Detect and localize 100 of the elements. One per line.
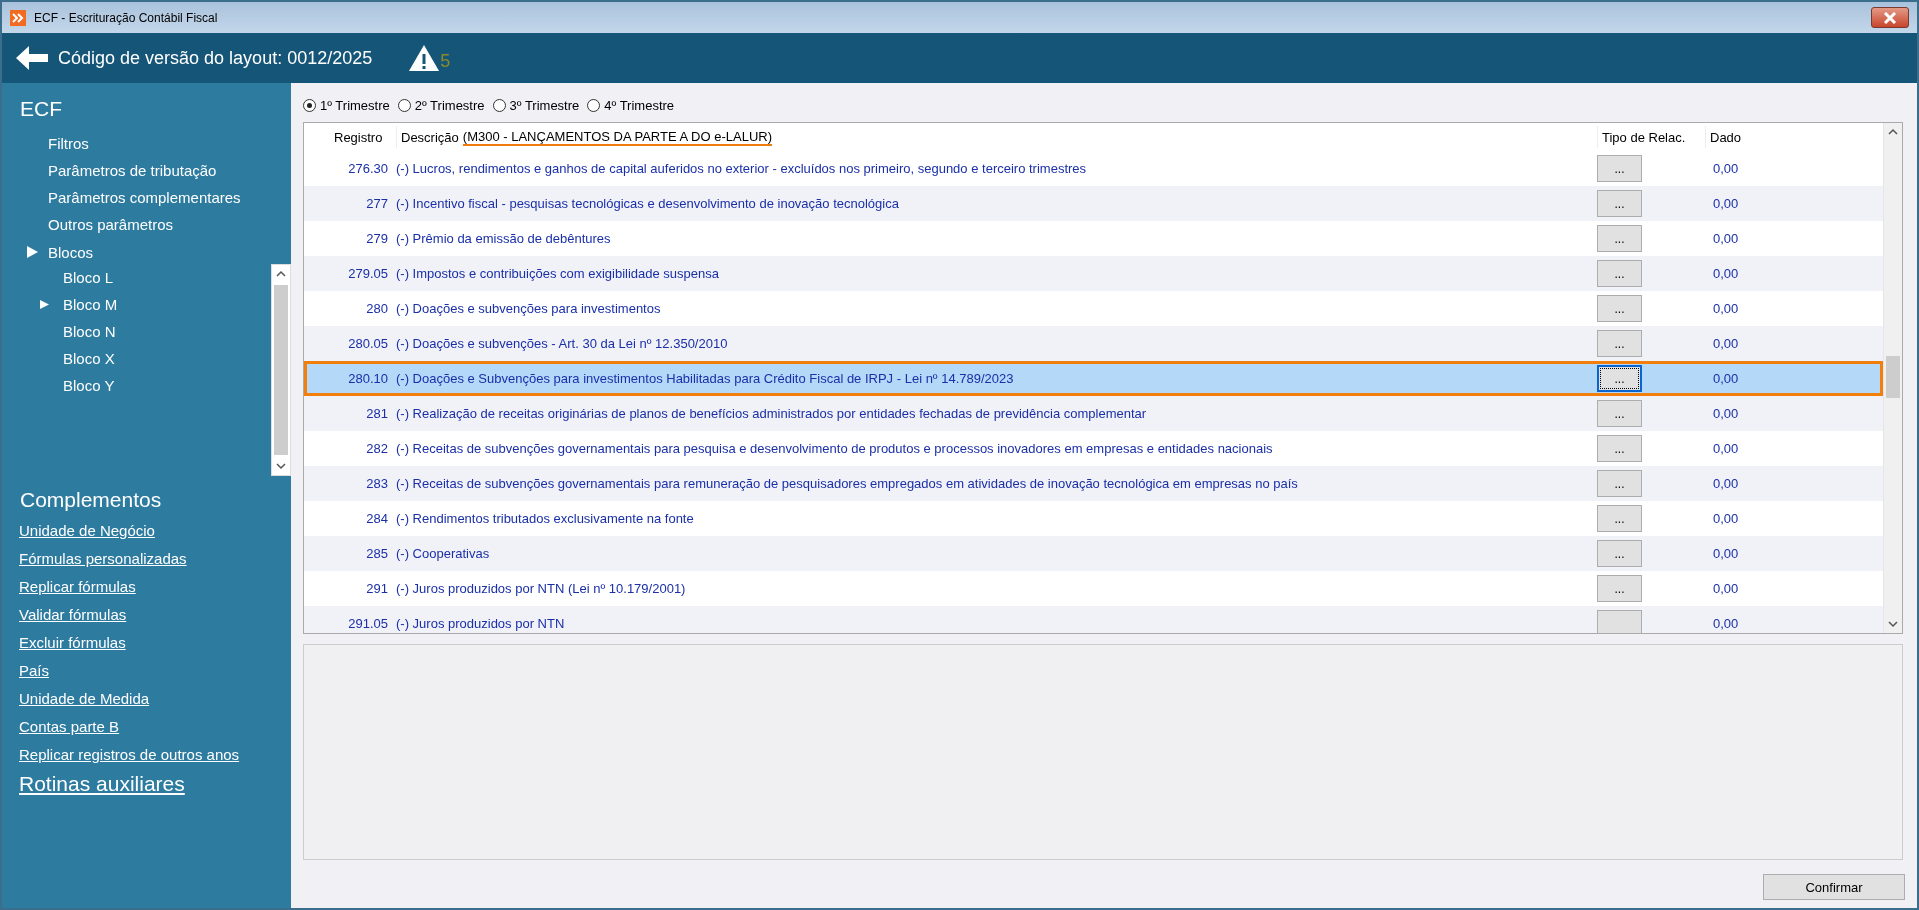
sidebar-link[interactable]: Replicar fórmulas [19,578,291,595]
sidebar-subitem[interactable]: Bloco N [63,322,116,340]
scroll-thumb[interactable] [274,285,288,455]
chevron-down-icon [276,461,286,471]
table-row[interactable]: 282 (-) Receitas de subvenções governamentais para pesquisa e desenvolvimento de produtos e processos inovadores em empresas e entidades nacionais ... 0,00 [304,431,1883,466]
sidebar-link[interactable]: Unidade de Medida [19,690,291,707]
column-header[interactable]: Registro [334,129,383,145]
table-cell-text: 285 [365,546,389,561]
sidebar-item[interactable]: Outros parâmetros [2,212,291,239]
table-cell-text: 283 [365,476,389,491]
sidebar-item[interactable]: Parâmetros complementares [2,185,291,212]
table-cell-text: 284 [365,511,389,526]
table-row[interactable]: 291.05 (-) Juros produzidos por NTN 0,00 [304,606,1883,633]
sidebar-link[interactable]: Excluir fórmulas [19,634,291,651]
radio-button[interactable]: 2º Trimestre [397,97,485,113]
table-cell-text: (-) Doações e subvenções - Art. 30 da Lei nº 12.350/2010 [396,336,729,351]
table-cell-text: (-) Impostos e contribuições com exigibilidade suspensa [396,266,720,281]
ellipsis-button[interactable]: ... [1597,190,1642,217]
sidebar-subitem[interactable]: Bloco L [63,268,114,286]
window-title: ECF - Escrituração Contábil Fiscal [34,10,219,25]
table-row[interactable]: 280.05 (-) Doações e subvenções - Art. 30 da Lei nº 12.350/2010 ... 0,00 [304,326,1883,361]
sidebar-link[interactable]: Contas parte B [19,718,291,735]
ellipsis-button[interactable]: ... [1597,470,1642,497]
sidebar-link[interactable]: Validar fórmulas [19,606,291,623]
column-header[interactable]: Descrição [401,129,459,145]
scrollbar[interactable] [271,264,291,476]
table-row[interactable]: 280 (-) Doações e subvenções para investimentos ... 0,00 [304,291,1883,326]
table-cell-text: 280 [365,301,389,316]
table-row[interactable]: 281 (-) Realização de receitas originárias de planos de benefícios administrados por entidades fechadas de previdência complementar ... 0,00 [304,396,1883,431]
table-cell-text: 0,00 [1712,161,1740,176]
ellipsis-button[interactable] [1597,610,1642,633]
table-cell-text: (-) Doações e subvenções para investimentos [396,301,662,316]
table-cell-text: 0,00 [1712,546,1740,561]
warning-count: 5 [440,51,451,72]
sidebar-link[interactable]: Replicar registros de outros anos [19,746,291,763]
warning-icon[interactable] [408,44,441,72]
table-cell-text: (-) Doações e Subvenções para investimentos Habilitadas para Crédito Fiscal de IRPJ - Lei nº 14.789/2023 [396,371,1015,386]
table-cell-text: 0,00 [1712,511,1740,526]
ellipsis-button[interactable]: ... [1597,540,1642,567]
scroll-thumb[interactable] [1886,356,1900,398]
ellipsis-button[interactable]: ... [1597,155,1642,182]
sidebar-item[interactable]: Parâmetros de tributação [2,158,291,185]
table-cell-text: (-) Rendimentos tributados exclusivamente na fonte [396,511,695,526]
close-button[interactable] [1871,7,1909,28]
radio-button[interactable]: 3º Trimestre [492,97,580,113]
table-row[interactable]: 276.30 (-) Lucros, rendimentos e ganhos de capital auferidos no exterior - excluídos nos primeiro, segundo e terceiro trimestres ... 0,00 [304,151,1883,186]
table-cell-text: 0,00 [1712,336,1740,351]
ellipsis-button[interactable]: ... [1597,435,1642,462]
layout-version-title: Código de versão do layout: 0012/2025 [58,47,373,69]
table-row[interactable]: 284 (-) Rendimentos tributados exclusivamente na fonte ... 0,00 [304,501,1883,536]
table-cell-text: (-) Prêmio da emissão de debêntures [396,231,612,246]
ellipsis-button[interactable]: ... [1597,295,1642,322]
sidebar-subitem[interactable]: Bloco X [63,349,115,367]
back-button[interactable] [14,43,50,73]
table-cell-text: 0,00 [1712,266,1740,281]
table-cell-text: (-) Receitas de subvenções governamentais para remuneração de pesquisadores empregados em atividades de inovação tecnológica em empresas no país [396,476,1299,491]
table-cell-text: (-) Juros produzidos por NTN [396,616,566,631]
ellipsis-button[interactable]: ... [1597,260,1642,287]
chevron-up-icon [276,269,286,279]
table-cell-text: (-) Receitas de subvenções governamentais para pesquisa e desenvolvimento de produtos e processos inovadores em empresas e entidades nacionais [396,441,1274,456]
table-cell-text: 282 [365,441,389,456]
table-row[interactable]: 285 (-) Cooperativas ... 0,00 [304,536,1883,571]
ellipsis-button[interactable]: ... [1597,365,1642,392]
sidebar-link[interactable]: Rotinas auxiliares [19,772,291,796]
radio-button[interactable]: 1º Trimestre [303,97,390,113]
ellipsis-button[interactable]: ... [1597,575,1642,602]
ellipsis-button[interactable]: ... [1597,505,1642,532]
sidebar-link[interactable]: País [19,662,291,679]
scrollbar[interactable] [1883,123,1902,633]
sidebar-subitem[interactable]: Bloco Y [63,376,115,394]
ellipsis-button[interactable]: ... [1597,330,1642,357]
sidebar-link[interactable]: Unidade de Negócio [19,522,291,539]
column-header[interactable]: Dado [1710,129,1742,145]
sidebar-link[interactable]: Fórmulas personalizadas [19,550,291,567]
sidebar-item[interactable]: Filtros [2,131,291,158]
ellipsis-button[interactable]: ... [1597,225,1642,252]
table-cell-text: 279.05 [347,266,389,281]
confirm-button[interactable]: Confirmar [1763,874,1905,900]
table-cell-text: 277 [365,196,389,211]
table-cell-text: 276.30 [347,161,389,176]
sidebar-item[interactable]: Blocos [48,243,94,261]
table-cell-text: 0,00 [1712,301,1740,316]
chevron-up-icon [1888,127,1898,137]
section-heading: Complementos [20,488,163,512]
table-cell-text: 291 [365,581,389,596]
table-row[interactable]: 280.10 (-) Doações e Subvenções para investimentos Habilitadas para Crédito Fiscal de IRPJ - Lei nº 14.789/2023 ... 0,00 [304,361,1883,396]
ellipsis-button[interactable]: ... [1597,400,1642,427]
table-row[interactable]: 277 (-) Incentivo fiscal - pesquisas tecnológicas e desenvolvimento de inovação tecnológica ... 0,00 [304,186,1883,221]
radio-button[interactable]: 4º Trimestre [587,97,675,113]
sidebar-subitem[interactable]: Bloco M [63,295,118,313]
table-row[interactable]: 279 (-) Prêmio da emissão de debêntures ... 0,00 [304,221,1883,256]
table-cell-text: (-) Juros produzidos por NTN (Lei nº 10.179/2001) [396,581,687,596]
table-row[interactable]: 283 (-) Receitas de subvenções governamentais para remuneração de pesquisadores empregados em atividades de inovação tecnológica em empresas no país ... 0,00 [304,466,1883,501]
close-icon [1883,11,1897,24]
table-cell-text: (-) Lucros, rendimentos e ganhos de capital auferidos no exterior - excluídos nos primeiro, segundo e terceiro trimestres [396,161,1088,176]
table-row[interactable]: 291 (-) Juros produzidos por NTN (Lei nº 10.179/2001) ... 0,00 [304,571,1883,606]
table-cell-text: 0,00 [1712,406,1740,421]
column-header[interactable]: Tipo de Relac. [1602,129,1686,145]
table-row[interactable]: 279.05 (-) Impostos e contribuições com exigibilidade suspensa ... 0,00 [304,256,1883,291]
table-cell-text: 0,00 [1712,581,1740,596]
